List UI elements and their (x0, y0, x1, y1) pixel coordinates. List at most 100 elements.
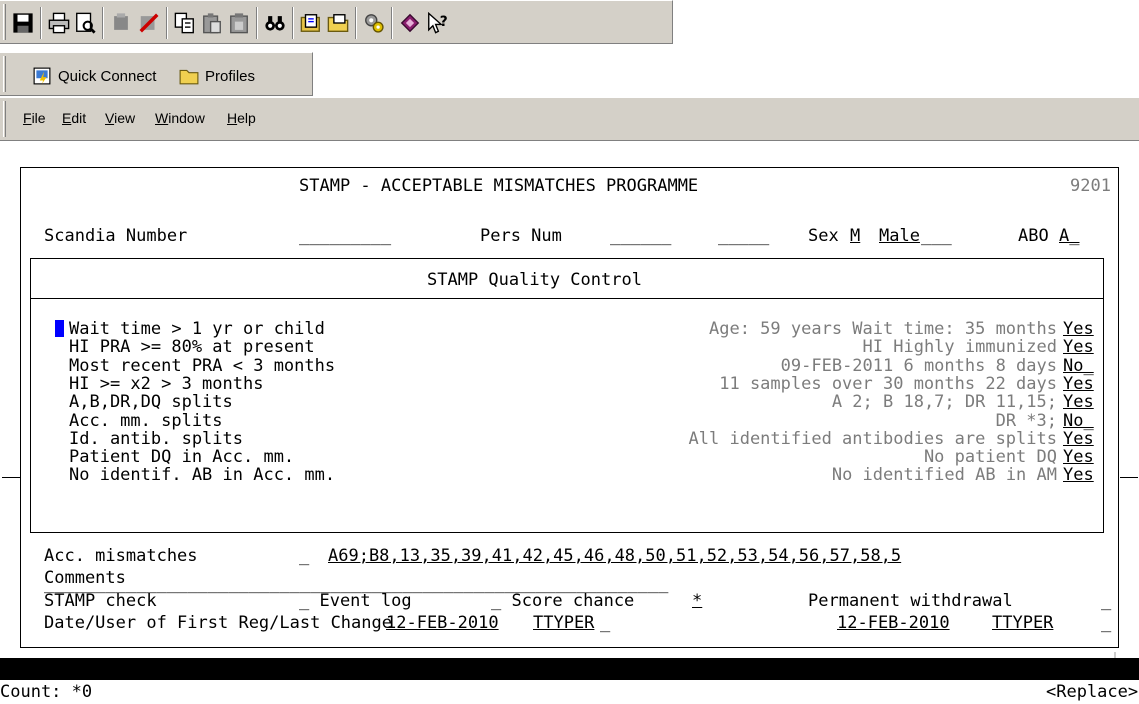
qc-row-detail: All identified antibodies are splits (688, 429, 1057, 449)
acc-mismatches-value[interactable]: A69;B8,13,35,39,41,42,45,46,48,50,51,52,… (328, 547, 901, 565)
qc-row-label: HI >= x2 > 3 months (69, 374, 264, 394)
toolbar-separator (40, 7, 42, 39)
sex-padding: ___ (921, 226, 952, 246)
help-book-icon[interactable] (397, 10, 423, 36)
persnum-input-1[interactable]: ______ (610, 227, 671, 245)
qc-row-detail: 09-FEB-2011 6 months 8 days (780, 356, 1057, 376)
toolbar-separator (355, 7, 357, 39)
score-chance-value[interactable]: * (692, 592, 702, 610)
qc-row-label: Acc. mm. splits (69, 411, 223, 431)
sex-label: Sex (808, 226, 839, 246)
toolbar-separator (256, 7, 258, 39)
acc-mismatches-label: Acc. mismatches (44, 546, 198, 566)
menu-window[interactable]: Window (155, 110, 205, 126)
qc-row-value[interactable]: Yes (1063, 448, 1094, 466)
acc-mismatches-flag[interactable]: _ (299, 547, 309, 565)
qc-row-detail: HI Highly immunized (862, 337, 1057, 357)
quick-connect-button[interactable]: Quick Connect (32, 64, 156, 88)
qc-row-label: Id. antib. splits (69, 429, 243, 449)
toolbar-separator (166, 7, 168, 39)
qc-row-value[interactable]: Yes (1063, 466, 1094, 484)
qc-row-value[interactable]: No_ (1063, 357, 1094, 375)
qc-row-value[interactable]: Yes (1063, 320, 1094, 338)
sex-text: Male (879, 226, 920, 246)
frame-tick-right (1120, 477, 1138, 478)
svg-text:?: ? (440, 14, 448, 30)
last-change-user: TTYPER (992, 613, 1054, 633)
paste-special-icon[interactable] (226, 10, 252, 36)
save-icon[interactable] (10, 10, 36, 36)
main-toolbar: ? (0, 0, 673, 44)
qc-row-detail: No patient DQ (923, 447, 1057, 467)
qc-row-label: A,B,DR,DQ splits (69, 392, 233, 412)
menu-view-label: iew (114, 110, 136, 126)
menu-view-accelerator: V (105, 110, 115, 126)
print-preview-icon[interactable] (72, 10, 98, 36)
open-session-icon[interactable] (298, 10, 324, 36)
qc-row-value[interactable]: Yes (1063, 430, 1094, 448)
toolbar-separator (391, 7, 393, 39)
qc-row-value[interactable]: Yes (1063, 338, 1094, 356)
open-folder-icon[interactable] (325, 10, 351, 36)
status-mode: <Replace> (1046, 682, 1139, 702)
date-user-label: Date/User of First Reg/Last Change (44, 613, 392, 633)
qc-row-label: Most recent PRA < 3 months (69, 356, 336, 376)
context-help-icon[interactable]: ? (424, 10, 450, 36)
paste-icon[interactable] (199, 10, 225, 36)
menu-edit[interactable]: Edit (62, 110, 86, 126)
disabled-icon-1[interactable] (108, 10, 134, 36)
status-separator-bar (0, 658, 1139, 680)
toolbar-grip[interactable] (3, 56, 6, 92)
quick-connect-toolbar: Quick Connect Profiles (0, 52, 313, 96)
qc-row-detail: DR *3; (995, 411, 1057, 431)
screen-code: 9201 (1070, 176, 1111, 196)
qc-row-label: Wait time > 1 yr or child (69, 319, 325, 339)
status-count: Count: *0 (0, 682, 93, 702)
quick-connect-icon (33, 67, 51, 85)
abo-input[interactable]: A_ (1059, 227, 1079, 245)
profiles-button[interactable]: Profiles (179, 64, 255, 88)
menu-bar: File Edit View Window Help (0, 97, 1139, 141)
menu-file-accelerator: F (23, 110, 32, 126)
qc-row-label: HI PRA >= 80% at present (69, 337, 315, 357)
quick-connect-label: Quick Connect (58, 67, 157, 85)
copy-icon[interactable] (172, 10, 198, 36)
text-cursor (55, 320, 64, 337)
qc-row-detail: No identified AB in AM (831, 465, 1057, 485)
menu-help-label: elp (237, 110, 256, 126)
menu-file[interactable]: File (23, 110, 46, 126)
scandia-input[interactable]: _________ (299, 227, 391, 245)
toolbar-separator (102, 7, 104, 39)
toolbar-separator (292, 7, 294, 39)
qc-row-value[interactable]: No_ (1063, 412, 1094, 430)
qc-row-label: No identif. AB in Acc. mm. (69, 465, 336, 485)
qc-row-detail: Age: 59 years Wait time: 35 months (709, 319, 1057, 339)
menu-view[interactable]: View (105, 110, 135, 126)
toolbar-grip[interactable] (3, 4, 6, 40)
first-reg-padding: _ (600, 613, 611, 633)
toolbar-grip[interactable] (3, 101, 6, 137)
persnum-input-2[interactable]: _____ (718, 227, 769, 245)
menu-window-accelerator: W (155, 110, 169, 126)
sex-code-input[interactable]: M (850, 227, 860, 245)
terminal-screen[interactable]: STAMP - ACCEPTABLE MISMATCHES PROGRAMME … (0, 150, 1139, 704)
frame-tick-left (2, 477, 20, 478)
screen-title: STAMP - ACCEPTABLE MISMATCHES PROGRAMME (299, 176, 699, 196)
qc-row-value[interactable]: Yes (1063, 393, 1094, 411)
menu-window-label: indow (168, 110, 205, 126)
event-log-field[interactable]: _ Event log (299, 592, 412, 610)
qc-row-value[interactable]: Yes (1063, 375, 1094, 393)
menu-file-label: ile (31, 110, 46, 126)
score-chance-field[interactable]: _ Score chance (491, 592, 634, 610)
settings-icon[interactable] (361, 10, 387, 36)
permanent-withdrawal-label: Permanent withdrawal (808, 591, 1013, 611)
permanent-withdrawal-input[interactable]: _ (1101, 592, 1111, 610)
quality-control-divider (30, 298, 1104, 299)
scandia-label: Scandia Number (44, 226, 188, 246)
menu-help[interactable]: Help (227, 110, 256, 126)
print-icon[interactable] (46, 10, 72, 36)
window-chrome: ? Quick Connect Profiles File Edit View … (0, 0, 1139, 150)
abo-label: ABO (1018, 226, 1049, 246)
disabled-icon-2[interactable] (136, 10, 162, 36)
find-icon[interactable] (262, 10, 288, 36)
